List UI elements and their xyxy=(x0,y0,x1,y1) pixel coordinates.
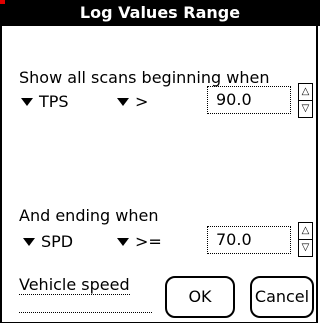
chevron-down-icon xyxy=(117,237,129,246)
corner-mark xyxy=(0,0,5,4)
end-value-field[interactable]: 70.0 xyxy=(207,226,291,254)
vehicle-speed-label: Vehicle speed xyxy=(19,275,130,295)
dotted-divider xyxy=(19,312,152,313)
end-label: And ending when xyxy=(19,206,159,225)
ok-button[interactable]: OK xyxy=(165,276,235,318)
dialog-title: Log Values Range xyxy=(0,0,320,26)
begin-value-field[interactable]: 90.0 xyxy=(207,86,291,114)
up-arrow-icon[interactable]: △ xyxy=(298,83,313,101)
chevron-down-icon xyxy=(117,97,129,106)
begin-field-trigger[interactable]: TPS xyxy=(21,93,69,111)
cancel-button[interactable]: Cancel xyxy=(250,276,314,318)
begin-label: Show all scans beginning when xyxy=(19,68,270,87)
chevron-down-icon xyxy=(23,237,35,246)
begin-operator-trigger[interactable]: > xyxy=(117,93,148,111)
begin-operator-value: > xyxy=(135,92,149,111)
end-operator-value: >= xyxy=(135,232,162,251)
begin-spinner: △ ▽ xyxy=(298,83,313,118)
down-arrow-icon[interactable]: ▽ xyxy=(298,100,313,118)
end-field-trigger[interactable]: SPD xyxy=(23,233,73,251)
end-spinner: △ ▽ xyxy=(298,222,313,257)
up-arrow-icon[interactable]: △ xyxy=(298,222,313,240)
chevron-down-icon xyxy=(21,97,33,106)
down-arrow-icon[interactable]: ▽ xyxy=(298,239,313,257)
end-field-value: SPD xyxy=(41,232,74,251)
begin-field-value: TPS xyxy=(39,92,69,111)
end-operator-trigger[interactable]: >= xyxy=(117,233,162,251)
